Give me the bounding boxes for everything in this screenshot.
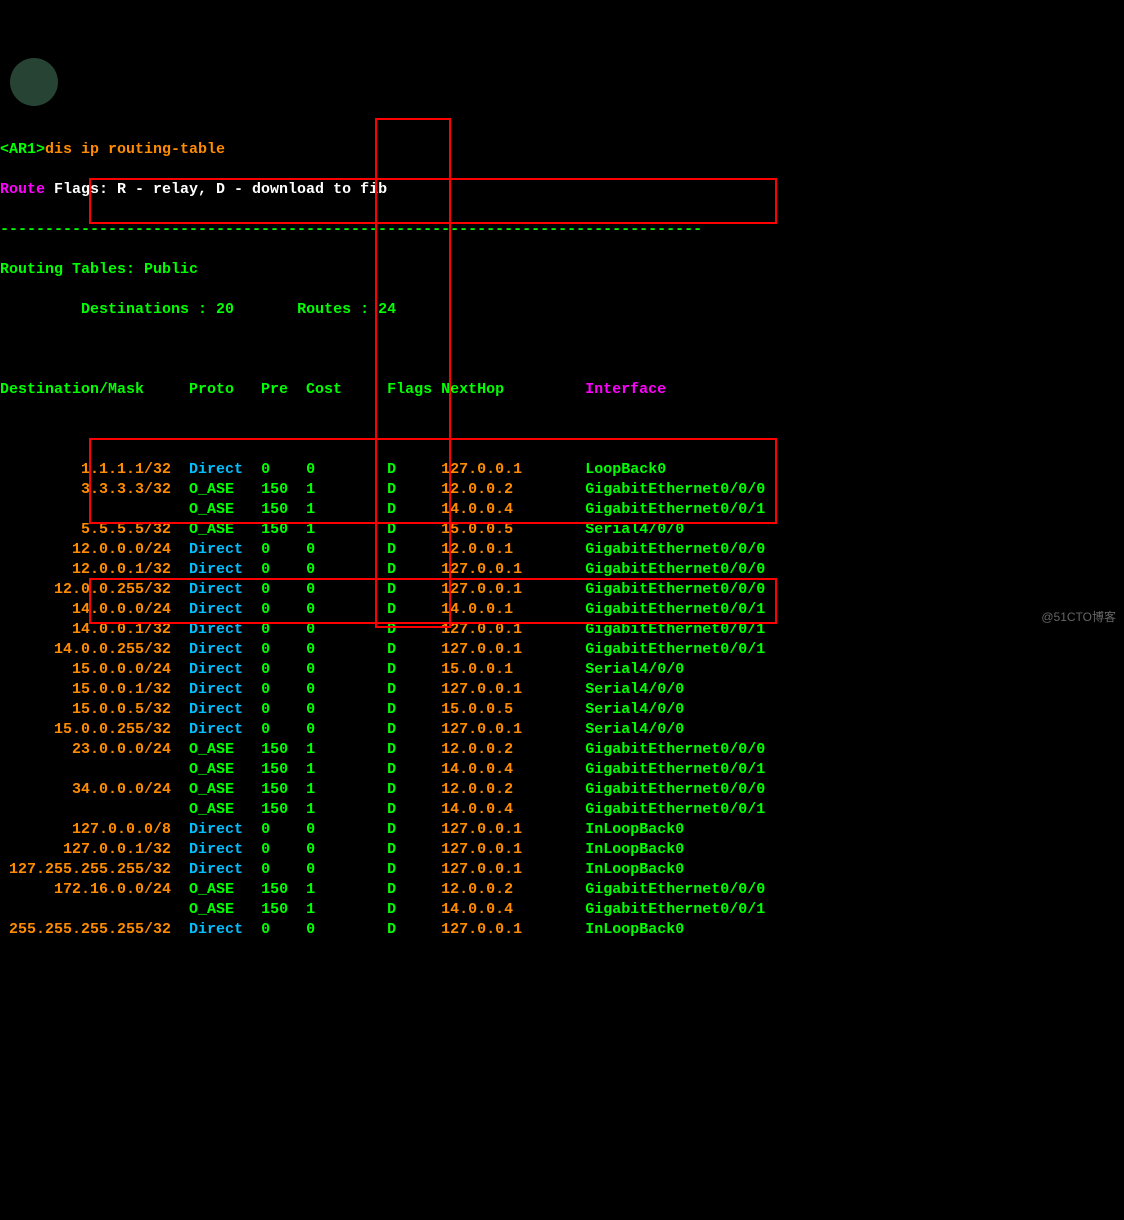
blank-line [0, 420, 1124, 440]
table-row: 15.0.0.5/32 Direct 0 0 D 15.0.0.5 Serial… [0, 700, 1124, 720]
table-row: 5.5.5.5/32 O_ASE 150 1 D 15.0.0.5 Serial… [0, 520, 1124, 540]
table-row: 15.0.0.255/32 Direct 0 0 D 127.0.0.1 Ser… [0, 720, 1124, 740]
command-text: dis ip routing-table [45, 141, 225, 158]
table-row: 34.0.0.0/24 O_ASE 150 1 D 12.0.0.2 Gigab… [0, 780, 1124, 800]
table-row: 3.3.3.3/32 O_ASE 150 1 D 12.0.0.2 Gigabi… [0, 480, 1124, 500]
table-row: 15.0.0.1/32 Direct 0 0 D 127.0.0.1 Seria… [0, 680, 1124, 700]
table-row: 23.0.0.0/24 O_ASE 150 1 D 12.0.0.2 Gigab… [0, 740, 1124, 760]
table-row: 14.0.0.255/32 Direct 0 0 D 127.0.0.1 Gig… [0, 640, 1124, 660]
table-row: 12.0.0.255/32 Direct 0 0 D 127.0.0.1 Gig… [0, 580, 1124, 600]
tables-title: Routing Tables: Public [0, 260, 1124, 280]
table-row: 14.0.0.1/32 Direct 0 0 D 127.0.0.1 Gigab… [0, 620, 1124, 640]
table-row: 12.0.0.0/24 Direct 0 0 D 12.0.0.1 Gigabi… [0, 540, 1124, 560]
prompt-line[interactable]: <AR1>dis ip routing-table [0, 140, 1124, 160]
table-header: Destination/Mask Proto Pre Cost Flags Ne… [0, 380, 1124, 400]
table-row: O_ASE 150 1 D 14.0.0.4 GigabitEthernet0/… [0, 500, 1124, 520]
table-row: 127.255.255.255/32 Direct 0 0 D 127.0.0.… [0, 860, 1124, 880]
table-row: 255.255.255.255/32 Direct 0 0 D 127.0.0.… [0, 920, 1124, 940]
counts-line: Destinations : 20 Routes : 24 [0, 300, 1124, 320]
table-row: 15.0.0.0/24 Direct 0 0 D 15.0.0.1 Serial… [0, 660, 1124, 680]
table-row: 14.0.0.0/24 Direct 0 0 D 14.0.0.1 Gigabi… [0, 600, 1124, 620]
table-row: 1.1.1.1/32 Direct 0 0 D 127.0.0.1 LoopBa… [0, 460, 1124, 480]
table-row: 127.0.0.1/32 Direct 0 0 D 127.0.0.1 InLo… [0, 840, 1124, 860]
blank-line [0, 340, 1124, 360]
divider-line: ----------------------------------------… [0, 220, 1124, 240]
table-row: O_ASE 150 1 D 14.0.0.4 GigabitEthernet0/… [0, 900, 1124, 920]
table-row: 127.0.0.0/8 Direct 0 0 D 127.0.0.1 InLoo… [0, 820, 1124, 840]
table-row: O_ASE 150 1 D 14.0.0.4 GigabitEthernet0/… [0, 760, 1124, 780]
table-row: O_ASE 150 1 D 14.0.0.4 GigabitEthernet0/… [0, 800, 1124, 820]
flags-description: Route Flags: R - relay, D - download to … [0, 180, 1124, 200]
terminal-output: <AR1>dis ip routing-table Route Flags: R… [0, 120, 1124, 960]
decorative-blob [10, 58, 58, 106]
table-row: 12.0.0.1/32 Direct 0 0 D 127.0.0.1 Gigab… [0, 560, 1124, 580]
prompt: <AR1> [0, 141, 45, 158]
table-row: 172.16.0.0/24 O_ASE 150 1 D 12.0.0.2 Gig… [0, 880, 1124, 900]
routing-table-body: 1.1.1.1/32 Direct 0 0 D 127.0.0.1 LoopBa… [0, 460, 1124, 940]
